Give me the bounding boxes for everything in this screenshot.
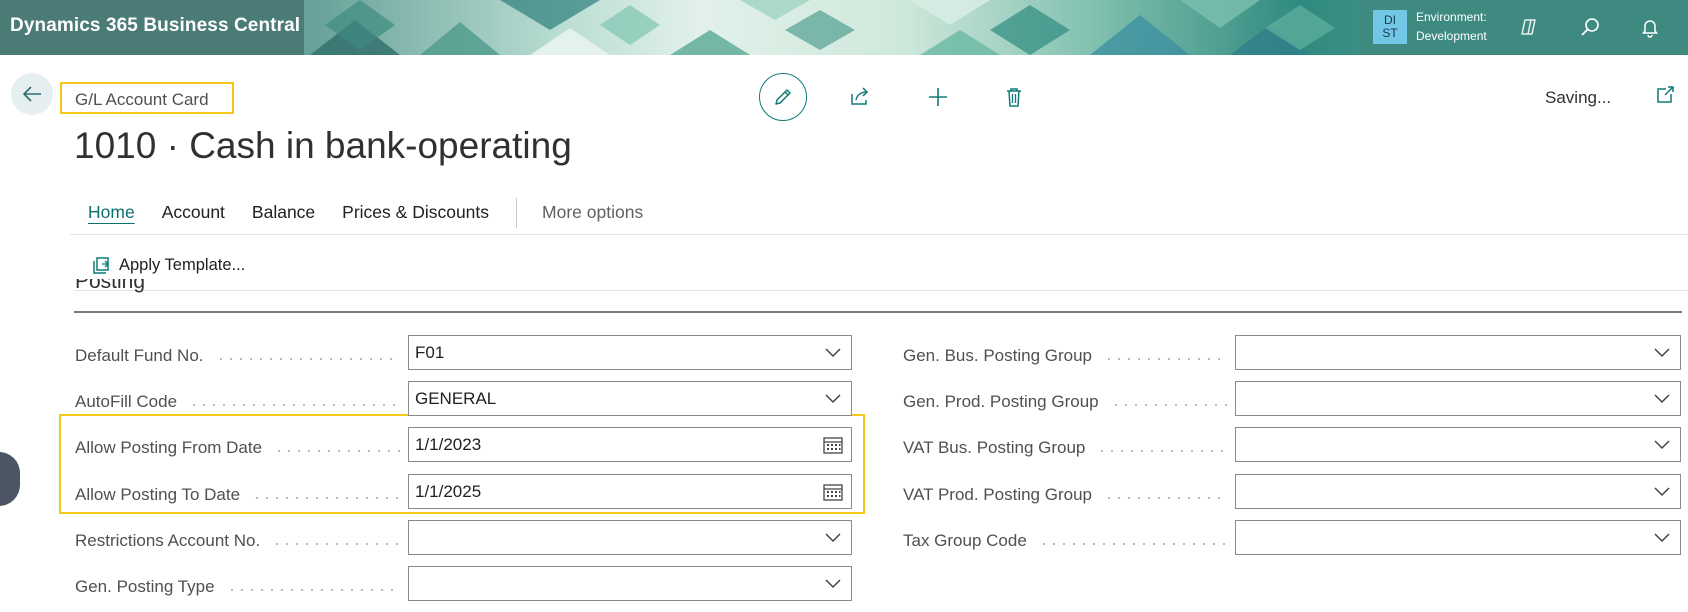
tax-group-code-dropdown[interactable] <box>1235 520 1681 555</box>
save-status: Saving... <box>1545 88 1612 107</box>
template-icon <box>91 254 113 276</box>
label-leader-dots <box>1104 497 1227 499</box>
calendar-icon[interactable] <box>823 436 843 454</box>
gen-posting-type-dropdown[interactable] <box>408 566 852 601</box>
vat-prod-posting-group-label: VAT Prod. Posting Group <box>903 485 1092 504</box>
banner-pattern <box>310 0 1335 55</box>
vat-bus-posting-group-label: VAT Bus. Posting Group <box>903 438 1086 457</box>
tab-divider <box>516 198 518 228</box>
search-icon[interactable] <box>1575 12 1605 42</box>
section-title[interactable]: Posting <box>75 279 145 299</box>
label-leader-dots <box>272 543 400 545</box>
chevron-down-icon[interactable] <box>823 390 843 408</box>
bell-icon[interactable] <box>1635 12 1665 42</box>
label-leader-dots <box>1111 404 1227 406</box>
arrow-left-icon <box>22 86 41 102</box>
restrictions-account-no-label: Restrictions Account No. <box>75 531 261 550</box>
autofill-code-dropdown[interactable]: GENERAL <box>408 381 852 416</box>
gen-bus-posting-group-dropdown[interactable] <box>1235 335 1681 370</box>
app-bar: Dynamics 365 Business Central DI ST Envi… <box>0 0 1688 55</box>
label-leader-dots <box>1039 543 1227 545</box>
page-title: 1010 · Cash in bank-operating <box>74 125 572 166</box>
allow-posting-from-date-label: Allow Posting From Date <box>75 438 263 457</box>
more-options-button[interactable]: More options <box>542 202 643 230</box>
label-leader-dots <box>216 358 400 360</box>
app-brand[interactable]: Dynamics 365 Business Central <box>10 15 300 37</box>
share-button[interactable] <box>845 82 875 112</box>
side-panel-handle[interactable] <box>0 452 20 506</box>
restrictions-account-no-dropdown[interactable] <box>408 520 852 555</box>
calendar-icon[interactable] <box>823 483 843 501</box>
action-bar-divider <box>70 234 1688 235</box>
tab-account[interactable]: Account <box>162 202 225 230</box>
environment-badge[interactable]: DI ST <box>1373 10 1407 44</box>
apply-template-label: Apply Template... <box>119 255 246 274</box>
chevron-down-icon[interactable] <box>1652 390 1672 408</box>
toolbar-divider <box>74 290 1688 291</box>
gen-prod-posting-group-label: Gen. Prod. Posting Group <box>903 392 1099 411</box>
gen-bus-posting-group-label: Gen. Bus. Posting Group <box>903 346 1092 365</box>
allow-posting-to-date-value: 1/1/2025 <box>415 482 482 501</box>
label-leader-dots <box>274 450 400 452</box>
allow-posting-from-date-date-field[interactable]: 1/1/2023 <box>408 427 852 462</box>
back-button[interactable] <box>11 73 53 115</box>
action-tabs: Home Account Balance Prices & Discounts … <box>88 198 670 230</box>
edit-button[interactable] <box>759 73 807 121</box>
plus-icon <box>929 88 947 106</box>
chevron-down-icon[interactable] <box>823 575 843 593</box>
environment-label: Environment: <box>1416 10 1487 24</box>
label-leader-dots <box>252 497 400 499</box>
default-fund-no-label: Default Fund No. <box>75 346 204 365</box>
chevron-down-icon[interactable] <box>1652 436 1672 454</box>
autofill-code-value: GENERAL <box>415 389 497 408</box>
tab-home[interactable]: Home <box>88 202 135 230</box>
label-leader-dots <box>1097 450 1227 452</box>
environment-badge-line2: ST <box>1382 26 1398 40</box>
trash-icon <box>1007 88 1021 107</box>
chevron-down-icon[interactable] <box>823 344 843 362</box>
allow-posting-from-date-value: 1/1/2023 <box>415 435 482 454</box>
label-leader-dots <box>227 589 400 591</box>
delete-button[interactable] <box>999 82 1029 112</box>
chevron-down-icon[interactable] <box>1652 529 1672 547</box>
vat-bus-posting-group-dropdown[interactable] <box>1235 427 1681 462</box>
page-caption: G/L Account Card <box>60 82 234 114</box>
section-rule <box>74 311 1682 313</box>
label-leader-dots <box>1104 358 1227 360</box>
chevron-down-icon[interactable] <box>1652 344 1672 362</box>
share-icon <box>851 87 869 105</box>
open-in-new-window-button[interactable] <box>1650 80 1680 110</box>
new-button[interactable] <box>923 82 953 112</box>
edit-icon <box>775 89 791 105</box>
label-leader-dots <box>189 404 400 406</box>
chevron-down-icon[interactable] <box>823 529 843 547</box>
default-fund-no-dropdown[interactable]: F01 <box>408 335 852 370</box>
environment-info[interactable]: Environment: Development <box>1416 8 1487 46</box>
apply-template-button[interactable]: Apply Template... <box>91 254 245 276</box>
default-fund-no-value: F01 <box>415 343 445 362</box>
section-title-text: Posting <box>75 279 146 293</box>
tab-balance[interactable]: Balance <box>252 202 315 230</box>
tab-prices-discounts[interactable]: Prices & Discounts <box>342 202 489 230</box>
chevron-down-icon[interactable] <box>1652 483 1672 501</box>
allow-posting-to-date-date-field[interactable]: 1/1/2025 <box>408 474 852 509</box>
allow-posting-to-date-label: Allow Posting To Date <box>75 485 241 504</box>
gen-posting-type-label: Gen. Posting Type <box>75 577 215 596</box>
autofill-code-label: AutoFill Code <box>75 392 178 411</box>
vat-prod-posting-group-dropdown[interactable] <box>1235 474 1681 509</box>
tax-group-code-label: Tax Group Code <box>903 531 1027 550</box>
environment-name: Development <box>1416 29 1487 43</box>
open-in-new-icon <box>1657 86 1674 103</box>
gen-prod-posting-group-dropdown[interactable] <box>1235 381 1681 416</box>
copilot-icon[interactable] <box>1515 12 1545 42</box>
